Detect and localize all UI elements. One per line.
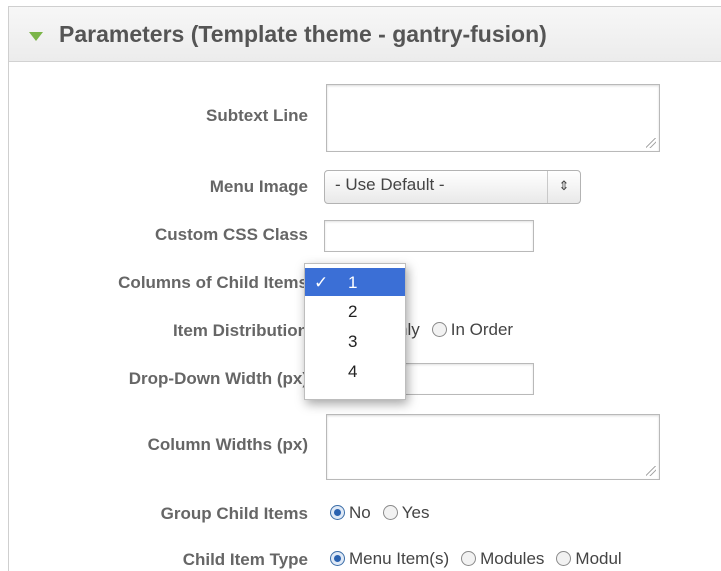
- menu-image-select[interactable]: - Use Default - ⇕: [324, 170, 581, 204]
- radio-modul[interactable]: [556, 551, 572, 566]
- menu-image-selected: - Use Default -: [335, 175, 445, 194]
- item-distribution-option-in-order[interactable]: In Order: [451, 320, 513, 339]
- radio-modules[interactable]: [461, 551, 477, 566]
- dropdown-option-4[interactable]: 4: [305, 357, 405, 385]
- column-widths-label: Column Widths (px): [147, 435, 308, 454]
- resize-grip-icon[interactable]: [646, 138, 656, 148]
- columns-dropdown-menu: ✓ 1 2 3 4: [304, 263, 406, 400]
- custom-css-class-label: Custom CSS Class: [154, 225, 308, 244]
- group-option-yes[interactable]: Yes: [402, 503, 430, 522]
- child-item-type-label: Child Item Type: [182, 550, 308, 569]
- columns-child-items-label: Columns of Child Items: [118, 273, 308, 292]
- subtext-line-textarea[interactable]: [326, 84, 660, 152]
- dropdown-option-1[interactable]: ✓ 1: [305, 268, 405, 296]
- dropdown-option-2[interactable]: 2: [305, 297, 405, 325]
- menu-image-label: Menu Image: [209, 177, 308, 196]
- radio-yes[interactable]: [382, 505, 398, 520]
- panel-title: Parameters (Template theme - gantry-fusi…: [59, 21, 547, 47]
- custom-css-class-input[interactable]: [324, 220, 534, 252]
- group-child-items-radios: No Yes: [330, 503, 429, 523]
- group-option-no[interactable]: No: [349, 503, 371, 522]
- collapse-triangle-icon[interactable]: [29, 32, 43, 41]
- child-type-modul[interactable]: Modul: [575, 549, 621, 568]
- radio-menu-items[interactable]: [330, 551, 345, 566]
- item-distribution-label: Item Distribution: [172, 321, 308, 340]
- column-widths-textarea[interactable]: [326, 414, 660, 480]
- dropdown-option-3[interactable]: 3: [305, 327, 405, 355]
- subtext-line-label: Subtext Line: [205, 106, 308, 125]
- child-type-menu-items[interactable]: Menu Item(s): [349, 549, 449, 568]
- radio-in-order[interactable]: [431, 322, 447, 337]
- checkmark-icon: ✓: [314, 273, 329, 292]
- resize-grip-icon[interactable]: [646, 466, 656, 476]
- select-arrows-icon: ⇕: [547, 171, 580, 203]
- dropdown-width-label: Drop-Down Width (px): [128, 369, 308, 388]
- group-child-items-label: Group Child Items: [160, 504, 308, 523]
- child-type-modules[interactable]: Modules: [480, 549, 544, 568]
- radio-no[interactable]: [330, 505, 345, 520]
- child-item-type-radios: Menu Item(s) Modules Modul: [330, 549, 622, 569]
- panel-header[interactable]: Parameters (Template theme - gantry-fusi…: [9, 7, 721, 62]
- item-distribution-radios: nly In Order: [398, 320, 513, 340]
